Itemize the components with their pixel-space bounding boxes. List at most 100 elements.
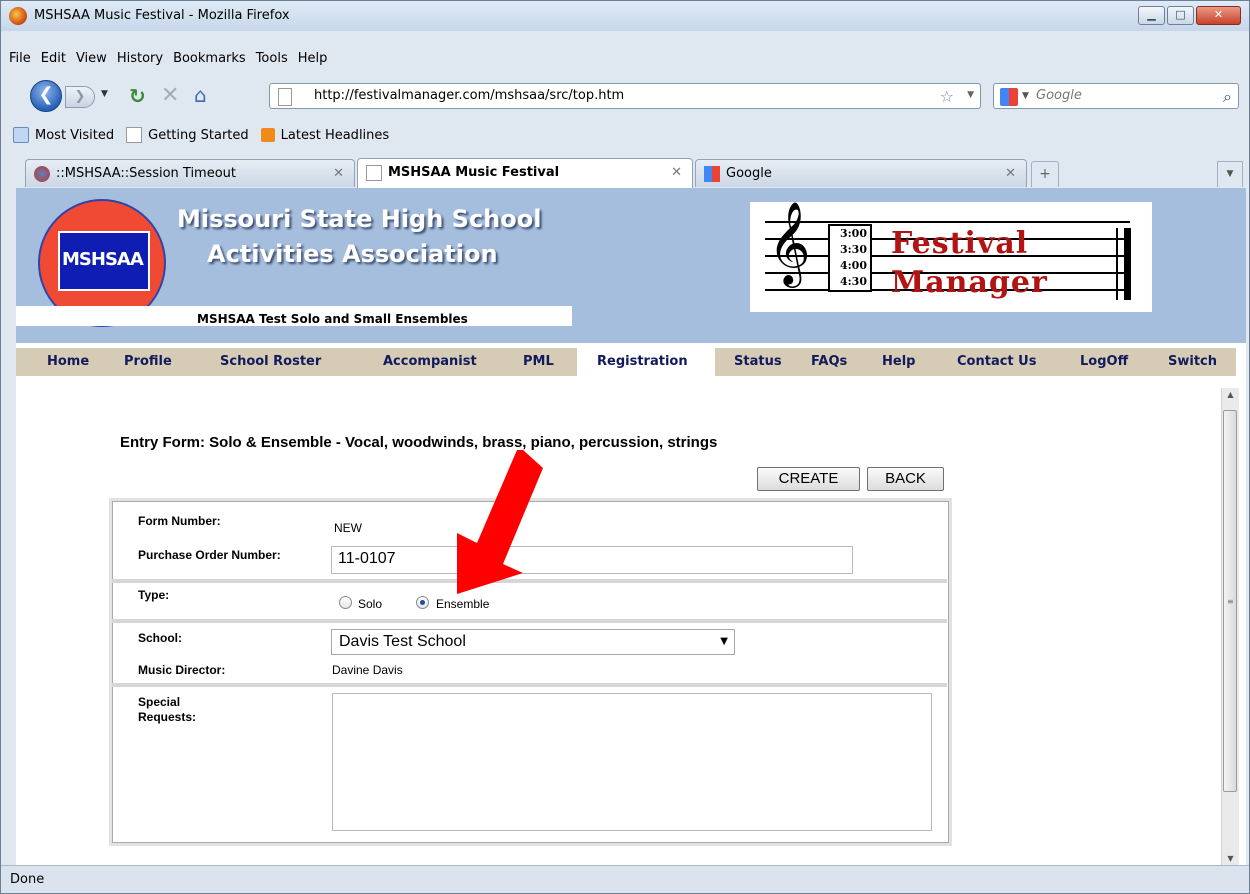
maximize-button[interactable]: □ bbox=[1167, 6, 1194, 25]
create-button[interactable]: CREATE bbox=[757, 467, 860, 491]
most-visited-icon bbox=[13, 127, 29, 143]
menu-bookmarks[interactable]: Bookmarks bbox=[173, 51, 246, 66]
firefox-icon bbox=[9, 7, 27, 25]
bookmark-label: Latest Headlines bbox=[280, 127, 390, 143]
bookmark-getting-started[interactable]: Getting Started bbox=[126, 127, 249, 143]
time-slots: 3:00 3:30 4:00 4:30 bbox=[828, 224, 872, 292]
window-controls: ▁ □ ✕ bbox=[1136, 6, 1241, 26]
type-ensemble-label: Ensemble bbox=[436, 597, 490, 611]
form-divider bbox=[112, 579, 947, 583]
nav-profile[interactable]: Profile bbox=[124, 354, 172, 369]
scroll-down-icon[interactable]: ▼ bbox=[1222, 854, 1239, 863]
menu-view[interactable]: View bbox=[76, 51, 107, 66]
product-name-line-2: Manager bbox=[891, 265, 1048, 300]
school-select[interactable]: Davis Test School ▼ bbox=[331, 629, 735, 655]
form-divider bbox=[112, 683, 947, 687]
menu-edit[interactable]: Edit bbox=[41, 51, 66, 66]
engine-dropdown-icon[interactable]: ▼ bbox=[1022, 91, 1029, 101]
type-ensemble-radio[interactable] bbox=[416, 596, 429, 609]
search-input[interactable]: Google bbox=[1036, 88, 1082, 103]
bookmark-star-icon[interactable]: ☆ bbox=[940, 87, 954, 106]
school-selected-value: Davis Test School bbox=[339, 633, 466, 650]
music-director-label: Music Director: bbox=[138, 663, 226, 677]
bookmark-latest-headlines[interactable]: Latest Headlines bbox=[260, 127, 390, 143]
nav-registration[interactable]: Registration bbox=[597, 354, 688, 369]
forward-button[interactable]: ❯ bbox=[65, 86, 95, 108]
form-number-label: Form Number: bbox=[138, 514, 221, 528]
tab-mshsaa-music-festival[interactable]: MSHSAA Music Festival ✕ bbox=[357, 158, 693, 188]
scrollbar-thumb[interactable]: ≡ bbox=[1223, 410, 1237, 792]
nav-home[interactable]: Home bbox=[47, 354, 89, 369]
url-text[interactable]: http://festivalmanager.com/mshsaa/src/to… bbox=[314, 88, 624, 103]
tab-label: MSHSAA Music Festival bbox=[388, 165, 560, 180]
nav-accompanist[interactable]: Accompanist bbox=[383, 354, 477, 369]
po-number-input[interactable]: 11-0107 bbox=[331, 546, 853, 574]
google-engine-icon[interactable] bbox=[1000, 88, 1018, 106]
close-tab-icon[interactable]: ✕ bbox=[333, 166, 344, 181]
barline-thick bbox=[1124, 228, 1131, 300]
window-title: MSHSAA Music Festival - Mozilla Firefox bbox=[34, 8, 290, 23]
stop-icon[interactable]: ✕ bbox=[161, 83, 179, 108]
tab-label: Google bbox=[726, 166, 772, 181]
new-tab-button[interactable]: + bbox=[1031, 161, 1059, 187]
status-bar: Done bbox=[1, 865, 1249, 893]
menu-history[interactable]: History bbox=[117, 51, 163, 66]
site-banner: MSHSAA Missouri State High School Activi… bbox=[16, 188, 1246, 343]
org-name-line-2: Activities Association bbox=[207, 240, 498, 268]
close-tab-icon[interactable]: ✕ bbox=[671, 165, 682, 180]
special-requests-textarea[interactable] bbox=[332, 693, 932, 831]
tab-label: ::MSHSAA::Session Timeout bbox=[56, 166, 237, 181]
special-requests-label-line-2: Requests: bbox=[138, 710, 197, 724]
treble-clef-icon: 𝄞 bbox=[768, 200, 811, 284]
bookmark-label: Getting Started bbox=[148, 127, 249, 143]
minimize-button[interactable]: ▁ bbox=[1138, 6, 1165, 25]
nav-help[interactable]: Help bbox=[882, 354, 915, 369]
music-director-value: Davine Davis bbox=[332, 663, 403, 677]
nav-logoff[interactable]: LogOff bbox=[1080, 354, 1128, 369]
reload-icon[interactable]: ↻ bbox=[129, 84, 146, 108]
close-tab-icon[interactable]: ✕ bbox=[1005, 166, 1016, 181]
menu-file[interactable]: File bbox=[9, 51, 31, 66]
nav-status[interactable]: Status bbox=[734, 354, 782, 369]
page-icon bbox=[366, 165, 382, 181]
tab-session-timeout[interactable]: ::MSHSAA::Session Timeout ✕ bbox=[25, 159, 355, 187]
url-bar[interactable]: http://festivalmanager.com/mshsaa/src/to… bbox=[269, 83, 981, 109]
page-content: MSHSAA Missouri State High School Activi… bbox=[16, 188, 1246, 865]
page-icon bbox=[278, 88, 292, 106]
time-slot: 4:30 bbox=[839, 275, 867, 288]
nav-contact-us[interactable]: Contact Us bbox=[957, 354, 1036, 369]
url-dropdown-icon[interactable]: ▼ bbox=[967, 90, 974, 100]
bookmark-most-visited[interactable]: Most Visited bbox=[13, 127, 114, 143]
page-icon bbox=[126, 127, 143, 143]
mshsaa-favicon-icon bbox=[34, 166, 50, 182]
form-heading: Entry Form: Solo & Ensemble - Vocal, woo… bbox=[120, 434, 718, 451]
festival-name: MSHSAA Test Solo and Small Ensembles bbox=[197, 312, 468, 326]
navigation-toolbar: ❮ ❯ ▼ ↻ ✕ ⌂ http://festivalmanager.com/m… bbox=[1, 78, 1249, 114]
logo-text: MSHSAA bbox=[62, 249, 144, 270]
time-slot: 4:00 bbox=[839, 259, 867, 272]
nav-switch[interactable]: Switch bbox=[1168, 354, 1217, 369]
type-solo-label: Solo bbox=[358, 597, 383, 611]
search-bar[interactable]: ▼ Google ⌕ bbox=[993, 83, 1239, 109]
nav-pml[interactable]: PML bbox=[523, 354, 554, 369]
menu-tools[interactable]: Tools bbox=[256, 51, 288, 66]
list-all-tabs-icon[interactable]: ▼ bbox=[1217, 161, 1243, 187]
time-slot: 3:00 bbox=[839, 227, 867, 240]
menu-help[interactable]: Help bbox=[298, 51, 328, 66]
back-button[interactable]: ❮ bbox=[30, 80, 62, 112]
bookmark-label: Most Visited bbox=[35, 127, 115, 143]
vertical-scrollbar[interactable]: ▲ ≡ ▼ bbox=[1221, 388, 1239, 865]
tab-google[interactable]: Google ✕ bbox=[695, 159, 1027, 187]
close-window-button[interactable]: ✕ bbox=[1196, 6, 1241, 25]
type-solo-radio[interactable] bbox=[339, 596, 352, 609]
search-icon[interactable]: ⌕ bbox=[1223, 87, 1232, 107]
scroll-up-icon[interactable]: ▲ bbox=[1222, 390, 1239, 399]
history-dropdown-icon[interactable]: ▼ bbox=[101, 89, 108, 99]
menu-bar: File Edit View History Bookmarks Tools H… bbox=[1, 48, 1249, 68]
home-icon[interactable]: ⌂ bbox=[194, 83, 207, 107]
back-button[interactable]: BACK bbox=[867, 467, 944, 491]
po-number-label: Purchase Order Number: bbox=[138, 548, 281, 562]
nav-faqs[interactable]: FAQs bbox=[811, 354, 847, 369]
type-label: Type: bbox=[138, 588, 170, 602]
nav-school-roster[interactable]: School Roster bbox=[220, 354, 321, 369]
